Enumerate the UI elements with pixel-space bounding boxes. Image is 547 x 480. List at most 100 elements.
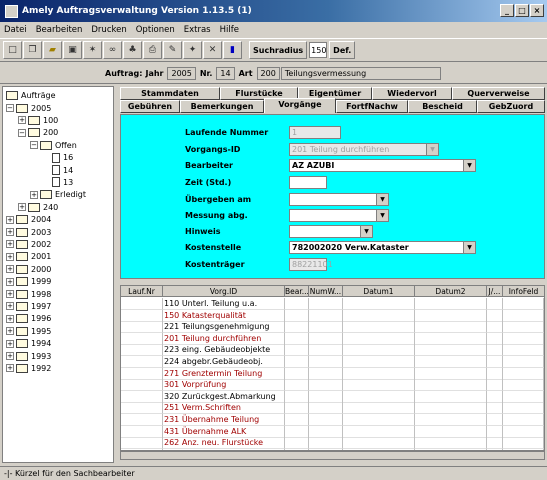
tab-querverweise[interactable]: Querverweise (452, 87, 545, 100)
expand-icon[interactable]: + (6, 302, 14, 311)
vorgaenge-table[interactable]: Lauf.Nr Vorg.ID Bear... NumW... Datum1 D… (120, 285, 545, 451)
table-row[interactable]: 301 Vorprüfung (121, 379, 544, 392)
chevron-down-icon[interactable]: ▼ (360, 226, 372, 237)
table-row[interactable]: 271 Grenztermin Teilung (121, 367, 544, 380)
chevron-down-icon[interactable]: ▼ (463, 242, 475, 253)
tree-node[interactable]: − 200 (18, 127, 58, 139)
col-j[interactable]: J/... (487, 286, 503, 297)
tree-node[interactable]: − 2005 (6, 102, 51, 114)
tree-node[interactable]: + Erledigt (30, 189, 86, 201)
menu-bearbeiten[interactable]: Bearbeiten (36, 25, 83, 35)
uebergeben-select[interactable]: ▼ (289, 193, 389, 206)
copy-icon[interactable]: ❐ (23, 41, 42, 59)
tree-node[interactable]: − Offen (30, 139, 77, 151)
expand-icon[interactable]: + (30, 190, 38, 199)
tab-gebuehren[interactable]: Gebühren (120, 100, 180, 113)
chevron-down-icon[interactable]: ▼ (376, 194, 388, 205)
col-datum2[interactable]: Datum2 (415, 286, 487, 297)
expand-icon[interactable]: + (6, 339, 14, 348)
auftraege-tree[interactable]: Aufträge −2005 +100−200− Offen 16 14 13 + Erled… (2, 86, 114, 463)
table-row[interactable]: 201 Teilung durchführen (121, 332, 544, 345)
tree-node[interactable]: +2002 (6, 238, 51, 250)
bearbeiter-select[interactable]: AZ AZUBI ▼ (289, 159, 476, 172)
chevron-down-icon[interactable]: ▼ (463, 160, 475, 171)
tree-node[interactable]: +1994 (6, 338, 51, 350)
table-scrollbar[interactable] (120, 451, 545, 460)
expand-icon[interactable]: + (6, 277, 14, 286)
binoculars-icon[interactable]: ∞ (103, 41, 122, 59)
tree-scrollbar[interactable] (114, 86, 119, 463)
tree-node[interactable]: +2003 (6, 226, 51, 238)
hinweis-select[interactable]: ▼ (289, 225, 373, 238)
edit-icon[interactable]: ✎ (163, 41, 182, 59)
expand-icon[interactable]: + (6, 265, 14, 274)
menu-extras[interactable]: Extras (184, 25, 211, 35)
expand-icon[interactable]: + (6, 352, 14, 360)
expand-icon[interactable]: + (6, 314, 14, 323)
tab-vorgaenge[interactable]: Vorgänge (264, 98, 336, 113)
expand-icon[interactable]: + (6, 290, 14, 298)
tree-node[interactable]: +1998 (6, 288, 51, 300)
col-numw[interactable]: NumW... (309, 286, 343, 297)
def-button[interactable]: Def. (329, 41, 356, 59)
tab-fortfnachw[interactable]: FortfNachw (336, 100, 408, 113)
expand-icon[interactable]: + (6, 364, 14, 373)
minimize-button[interactable]: _ (500, 4, 514, 17)
expand-icon[interactable]: + (6, 327, 14, 336)
table-row[interactable]: 224 abgebr.Gebäudeobj. (121, 356, 544, 368)
table-row[interactable]: 223 eing. Gebäudeobjekte (121, 344, 544, 357)
table-row[interactable]: 110 Unterl. Teilung u.a. (121, 298, 544, 310)
expand-icon[interactable]: + (18, 116, 26, 125)
collapse-icon[interactable]: − (30, 141, 38, 150)
delete-icon[interactable]: ✕ (203, 41, 222, 59)
tree-node[interactable]: +1997 (6, 300, 51, 312)
messung-select[interactable]: ▼ (289, 209, 389, 222)
close-button[interactable]: × (530, 4, 544, 17)
new-icon[interactable]: □ (3, 41, 22, 59)
menu-datei[interactable]: Datei (4, 25, 27, 35)
tree-node[interactable]: 14 (42, 164, 73, 176)
table-row[interactable]: 320 Zurückgest.Abmarkung (121, 390, 544, 403)
save-icon[interactable]: ▣ (63, 41, 82, 59)
tree-node[interactable]: 16 (42, 152, 73, 164)
tree-node[interactable]: +100 (18, 114, 58, 126)
collapse-icon[interactable]: − (6, 104, 14, 112)
tree-node[interactable]: +1999 (6, 276, 51, 288)
settings-icon[interactable]: ✦ (183, 41, 202, 59)
table-row[interactable]: 251 Verm.Schriften (121, 402, 544, 415)
book-icon[interactable]: ▮ (223, 41, 242, 59)
tab-bemerkungen[interactable]: Bemerkungen (180, 100, 264, 113)
tree-root[interactable]: Aufträge (6, 89, 56, 101)
menu-drucken[interactable]: Drucken (91, 25, 126, 35)
expand-icon[interactable]: + (6, 215, 14, 224)
tab-bescheid[interactable]: Bescheid (408, 100, 477, 113)
menu-hilfe[interactable]: Hilfe (220, 25, 239, 35)
expand-icon[interactable]: + (6, 228, 14, 236)
tree-node[interactable]: 13 (42, 176, 73, 188)
expand-icon[interactable]: + (6, 240, 14, 249)
col-laufnr[interactable]: Lauf.Nr (121, 286, 163, 297)
col-datum1[interactable]: Datum1 (343, 286, 415, 297)
tree-node[interactable]: +1992 (6, 362, 51, 374)
suchradius-input[interactable]: 150 (309, 42, 328, 58)
tree-node[interactable]: +2000 (6, 263, 51, 275)
chevron-down-icon[interactable]: ▼ (376, 210, 388, 221)
tree-node[interactable]: +1995 (6, 325, 51, 337)
tab-gebzuord[interactable]: GebZuord (477, 100, 545, 113)
tab-stammdaten[interactable]: Stammdaten (120, 87, 220, 100)
stamp-icon[interactable]: ♣ (123, 41, 142, 59)
tree-node[interactable]: +2001 (6, 251, 51, 263)
col-infofeld[interactable]: InfoFeld (503, 286, 544, 297)
kostenstelle-select[interactable]: 782002020 Verw.Kataster ▼ (289, 241, 476, 254)
table-row[interactable]: 221 Teilungsgenehmigung (121, 321, 544, 334)
find-icon[interactable]: ✶ (83, 41, 102, 59)
tree-node[interactable]: +1993 (6, 350, 51, 362)
col-vorgid[interactable]: Vorg.ID (163, 286, 285, 297)
maximize-button[interactable]: □ (515, 4, 529, 17)
col-bear[interactable]: Bear... (285, 286, 309, 297)
tree-node[interactable]: +1996 (6, 313, 51, 325)
tree-node[interactable]: +2004 (6, 214, 51, 226)
zeit-field[interactable] (289, 176, 327, 189)
print-icon[interactable]: ⎙ (143, 41, 162, 59)
collapse-icon[interactable]: − (18, 128, 26, 137)
